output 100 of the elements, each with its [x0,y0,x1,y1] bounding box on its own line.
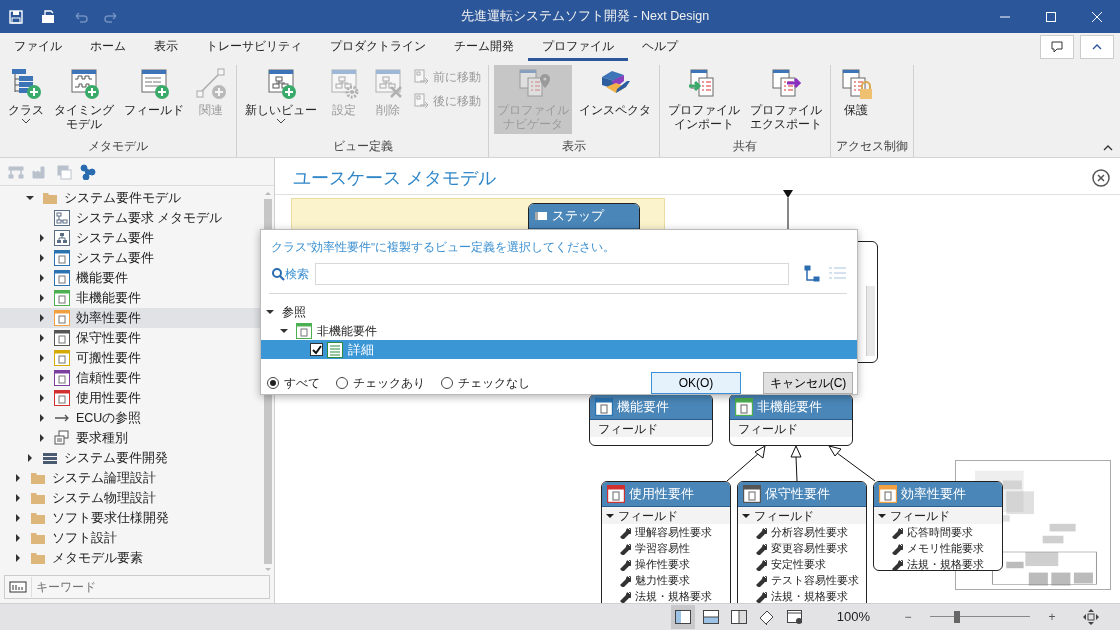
expanded-icon[interactable] [877,511,887,520]
tree-item[interactable]: 機能要件 [0,268,262,288]
tree-item[interactable]: システム物理設計 [0,488,262,508]
collapsed-icon[interactable] [37,373,47,383]
radio-label[interactable]: すべて [284,374,320,392]
folder-icon [30,550,46,566]
collapsed-icon[interactable] [37,413,47,423]
wrench-icon [754,525,767,539]
collapsed-icon[interactable] [37,313,47,323]
maximize-icon[interactable] [1045,10,1057,23]
collapsed-icon[interactable] [37,393,47,403]
field-label: 変更容易性要求 [771,540,848,556]
zoom-in-button[interactable]: + [1040,605,1064,629]
tree-item[interactable]: システム要件モデル [0,188,262,208]
ribbon-button[interactable]: 保護 [836,65,876,120]
save-icon[interactable] [8,8,24,25]
tree-item[interactable]: システム要求 メタモデル [0,208,262,228]
layout-button[interactable] [670,605,695,629]
wrench-icon [618,573,631,587]
collapsed-icon[interactable] [37,353,47,363]
search-icon [271,267,285,282]
tree-item[interactable]: 要求種別 [0,428,262,448]
keyword-box[interactable]: キーワード [4,575,270,599]
ribbon-button[interactable]: タイミング モデル [51,65,117,134]
menu-tab[interactable]: ヘルプ [628,33,692,61]
tree-item[interactable]: 可搬性要件 [0,348,262,368]
collapsed-icon[interactable] [37,293,47,303]
tree-item[interactable]: メタモデル要素 [0,548,262,568]
ribbon-button[interactable]: インスペクタ [576,65,654,120]
radio-button[interactable] [336,377,348,390]
checkbox[interactable] [310,343,323,357]
radio-label[interactable]: チェックあり [353,374,425,392]
collapsed-icon[interactable] [13,533,23,543]
tree-item[interactable]: システム論理設計 [0,468,262,488]
radio-button[interactable] [441,377,453,390]
tree-item[interactable]: システム要件 [0,248,262,268]
close-icon[interactable] [1092,169,1110,187]
diagram-icon [54,210,70,226]
zoom-out-button[interactable]: − [896,605,920,629]
node-title: 保守性要件 [765,485,830,504]
panel-layout-icon [701,608,720,626]
nodes-icon[interactable] [80,163,96,180]
document-lock-icon [839,67,873,101]
slider-thumb[interactable] [954,611,960,623]
tree-item[interactable]: 参照 [261,302,857,322]
menu-tab[interactable]: ホーム [76,33,140,61]
collapsed-icon[interactable] [37,333,47,343]
collapsed-icon[interactable] [37,233,47,243]
tree-item[interactable]: ソフト設計 [0,528,262,548]
search-field[interactable] [315,263,789,286]
collapsed-icon[interactable] [37,253,47,263]
canvas-title: ユースケース メタモデル [293,166,496,190]
field-label: 理解容易性要求 [635,524,712,540]
tree-item[interactable]: 保守性要件 [0,328,262,348]
radio-button[interactable] [267,377,279,390]
tree-item[interactable]: 非機能要件 [261,321,857,341]
collapsed-icon[interactable] [13,493,23,503]
ribbon-button[interactable]: プロファイル エクスポート [747,65,825,134]
ok-button[interactable]: OK(O) [651,372,741,395]
tree-item[interactable]: 使用性要件 [0,388,262,408]
collapsed-icon[interactable] [37,433,47,443]
ribbon-button[interactable]: 新しいビュー [242,65,320,128]
collapsed-icon[interactable] [25,453,35,463]
menu-tab[interactable]: プロダクトライン [316,33,440,61]
cancel-button[interactable]: キャンセル(C) [763,372,853,395]
menu-tab[interactable]: 表示 [140,33,192,61]
tree-item[interactable]: システム要件 [0,228,262,248]
list-icon [42,450,58,466]
field-label: 操作性要求 [635,556,690,572]
ribbon-button[interactable]: プロファイル インポート [665,65,743,134]
expanded-icon[interactable] [605,511,615,520]
radio-label[interactable]: チェックなし [458,374,530,392]
menu-tab[interactable]: ファイル [0,33,76,61]
keyword-field[interactable]: キーワード [31,577,195,597]
ribbon-button[interactable]: クラス [5,65,47,128]
wrench-icon [890,525,903,539]
menu-tab[interactable]: チーム開発 [440,33,528,61]
collapsed-icon[interactable] [13,553,23,563]
expanded-icon[interactable] [25,193,35,203]
fit-to-screen-icon[interactable] [1082,608,1100,626]
group-label: ビュー定義 [331,138,394,155]
tree-item[interactable]: 効率性要件 [0,308,262,328]
menu-tab[interactable]: トレーサビリティ [192,33,316,61]
collapsed-icon[interactable] [37,273,47,283]
collapse-icon[interactable] [1102,143,1114,153]
tree-item[interactable]: システム要件開発 [0,448,262,468]
ribbon-button[interactable]: フィールド [121,65,187,120]
text-field-icon [9,580,27,594]
collapsed-icon[interactable] [13,473,23,483]
tree-view-icon[interactable] [803,265,822,284]
tree-item[interactable]: ソフト要求仕様開発 [0,508,262,528]
tree-item[interactable]: ECUの参照 [0,408,262,428]
node-title: ステップ [552,207,604,226]
tree-item[interactable]: 非機能要件 [0,288,262,308]
collapsed-icon[interactable] [13,513,23,523]
feedback-button[interactable] [1040,35,1074,59]
open-folder-icon[interactable] [40,8,56,25]
expanded-icon[interactable] [741,511,751,520]
wrench-icon [754,557,767,571]
tree-item[interactable]: 信頼性要件 [0,368,262,388]
